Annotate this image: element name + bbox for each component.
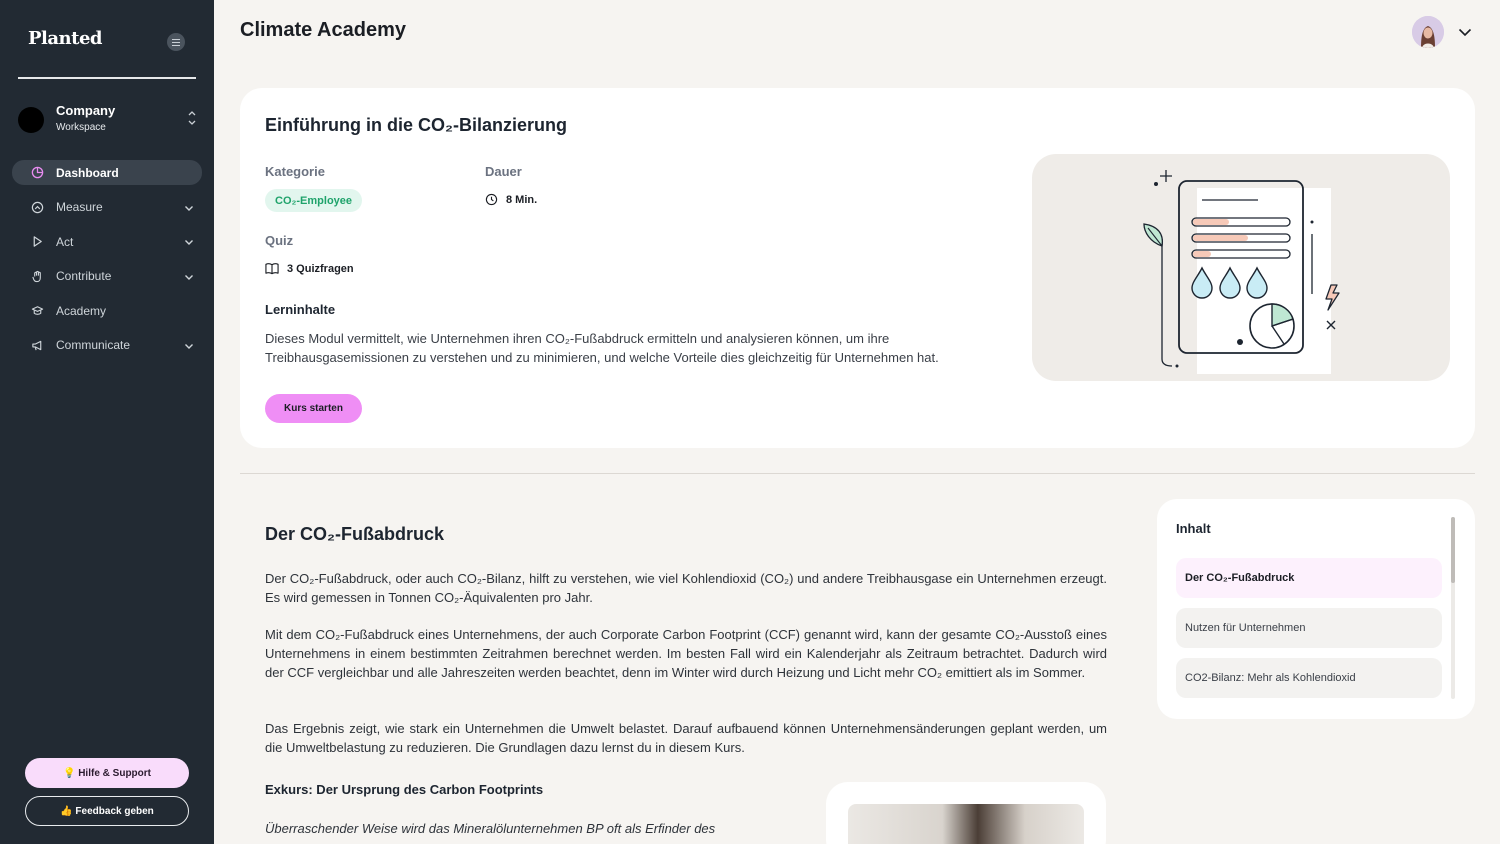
toc-item-co2-balance[interactable]: CO2-Bilanz: Mehr als Kohlendioxid — [1176, 658, 1442, 698]
duration-meta: 8 Min. — [485, 193, 537, 206]
pie-chart-icon — [30, 166, 44, 180]
category-badge: CO₂-Employee — [265, 189, 363, 212]
document-chart-illustration — [1143, 170, 1340, 374]
sidebar-item-contribute[interactable]: Contribute — [12, 264, 202, 289]
duration-label: Dauer — [485, 164, 522, 179]
chevron-up-down-icon — [188, 110, 196, 127]
quiz-label: Quiz — [265, 233, 294, 248]
article-paragraph: Das Ergebnis zeigt, wie stark ein Untern… — [265, 721, 1107, 755]
toc-item-co2-footprint[interactable]: Der CO₂-Fußabdruck — [1176, 558, 1442, 598]
gauge-icon — [30, 200, 44, 214]
collapse-menu-button[interactable] — [167, 33, 185, 51]
sidebar-item-act[interactable]: Act — [12, 229, 202, 254]
workspace-switcher[interactable]: Company Workspace — [18, 101, 198, 139]
learning-content-title: Lerninhalte — [265, 302, 336, 317]
graduation-cap-icon — [30, 304, 44, 318]
toc-title: Inhalt — [1176, 521, 1211, 536]
table-of-contents: Inhalt Der CO₂-Fußabdruck Nutzen für Unt… — [1157, 499, 1475, 719]
article-title: Der CO₂-Fußabdruck — [265, 524, 445, 544]
workspace-avatar — [18, 107, 44, 133]
learning-content-text: Dieses Modul vermittelt, wie Unternehmen… — [265, 331, 939, 365]
chevron-down-icon[interactable] — [1457, 24, 1473, 45]
quiz-value: 3 Quizfragen — [287, 262, 354, 275]
sidebar-item-label: Academy — [56, 303, 107, 318]
sidebar-item-label: Dashboard — [56, 165, 119, 180]
course-illustration — [1032, 154, 1450, 381]
sidebar-item-academy[interactable]: Academy — [12, 298, 202, 323]
clock-icon — [485, 193, 498, 206]
chevron-down-icon — [184, 271, 194, 285]
planted-logo[interactable]: Planted — [28, 28, 102, 49]
start-course-button[interactable]: Kurs starten — [265, 394, 362, 423]
hand-icon — [30, 269, 44, 283]
exkurs-text: Überraschender Weise wird das Mineralölu… — [265, 821, 716, 836]
image-card — [826, 782, 1106, 844]
page-title: Climate Academy — [240, 19, 406, 41]
sidebar-item-dashboard[interactable]: Dashboard — [12, 160, 202, 185]
sidebar-item-communicate[interactable]: Communicate — [12, 333, 202, 358]
toc-scrollbar-thumb[interactable] — [1451, 517, 1455, 583]
sidebar-nav: Dashboard Measure Act Contribute Academy… — [12, 160, 202, 367]
portrait-image — [848, 804, 1084, 844]
user-photo-icon — [1412, 16, 1444, 48]
chevron-down-icon — [184, 236, 194, 250]
section-divider — [240, 473, 1475, 474]
menu-icon — [172, 41, 180, 43]
sidebar-item-label: Communicate — [56, 338, 131, 352]
toc-item-benefits[interactable]: Nutzen für Unternehmen — [1176, 608, 1442, 648]
book-icon — [265, 263, 279, 275]
sidebar-item-label: Measure — [56, 200, 103, 214]
article-paragraph: Mit dem CO₂-Fußabdruck eines Unternehmen… — [265, 627, 1107, 680]
sidebar-item-label: Contribute — [56, 269, 112, 283]
workspace-name: Company — [56, 103, 116, 118]
sidebar-item-measure[interactable]: Measure — [12, 195, 202, 220]
help-support-button[interactable]: 💡 Hilfe & Support — [25, 758, 189, 788]
duration-value: 8 Min. — [506, 193, 538, 206]
sidebar-divider — [18, 77, 196, 79]
article-paragraph: Der CO₂-Fußabdruck, oder auch CO₂-Bilanz… — [265, 571, 1107, 605]
toc-scrollbar[interactable] — [1451, 517, 1455, 699]
quiz-meta: 3 Quizfragen — [265, 262, 354, 275]
course-title: Einführung in die CO₂-Bilanzierung — [265, 115, 567, 135]
category-label: Kategorie — [265, 164, 325, 179]
avatar[interactable] — [1412, 16, 1444, 48]
sidebar-item-label: Act — [56, 234, 74, 249]
exkurs-title: Exkurs: Der Ursprung des Carbon Footprin… — [265, 782, 544, 797]
course-card: Einführung in die CO₂-Bilanzierung Kateg… — [240, 88, 1475, 448]
megaphone-icon — [30, 338, 44, 352]
workspace-subtitle: Workspace — [56, 122, 106, 133]
chevron-down-icon — [184, 340, 194, 354]
chevron-down-icon — [184, 202, 194, 216]
sidebar: Planted Company Workspace Dashboard Meas… — [0, 0, 214, 844]
play-icon — [30, 235, 44, 249]
feedback-button[interactable]: 👍 Feedback geben — [25, 796, 189, 826]
logo-row: Planted — [28, 28, 198, 54]
